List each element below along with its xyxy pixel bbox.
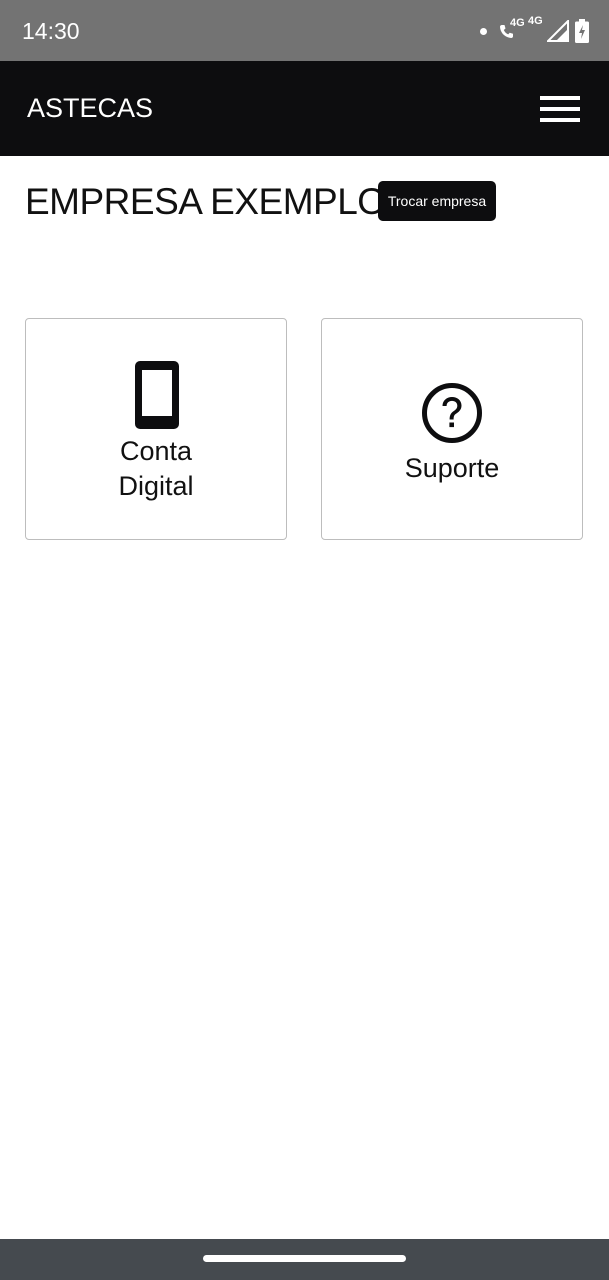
status-time: 14:30: [22, 18, 80, 44]
support-label: Suporte: [404, 453, 500, 483]
status-bar: 14:30 4G 4G: [0, 0, 609, 61]
digital-account-label-line2: Digital: [118, 471, 194, 501]
system-navigation-bar: [0, 1239, 609, 1280]
battery-charging-icon: [575, 19, 589, 43]
digital-account-label: Conta Digital: [26, 434, 286, 504]
digital-account-label-line1: Conta: [119, 436, 193, 466]
network-indicator: 4G 4G: [499, 15, 543, 46]
brand-title[interactable]: ASTECAS: [27, 91, 153, 125]
network-label-1: 4G: [510, 17, 525, 29]
status-icons: 4G 4G: [480, 15, 589, 46]
company-name: EMPRESA EXEMPLO: [25, 181, 386, 222]
switch-company-button[interactable]: Trocar empresa: [378, 181, 496, 221]
home-indicator[interactable]: [203, 1255, 406, 1262]
app-header: ASTECAS: [0, 61, 609, 156]
signal-icon: [547, 20, 569, 42]
smartphone-icon: [135, 361, 179, 429]
help-circle-icon: [422, 383, 482, 443]
support-card[interactable]: Suporte: [321, 318, 583, 540]
hamburger-menu-icon: [540, 96, 580, 122]
hamburger-menu-button[interactable]: [538, 94, 582, 124]
network-label-2: 4G: [528, 15, 543, 27]
digital-account-card[interactable]: Conta Digital: [25, 318, 287, 540]
notification-dot-icon: [480, 27, 487, 35]
